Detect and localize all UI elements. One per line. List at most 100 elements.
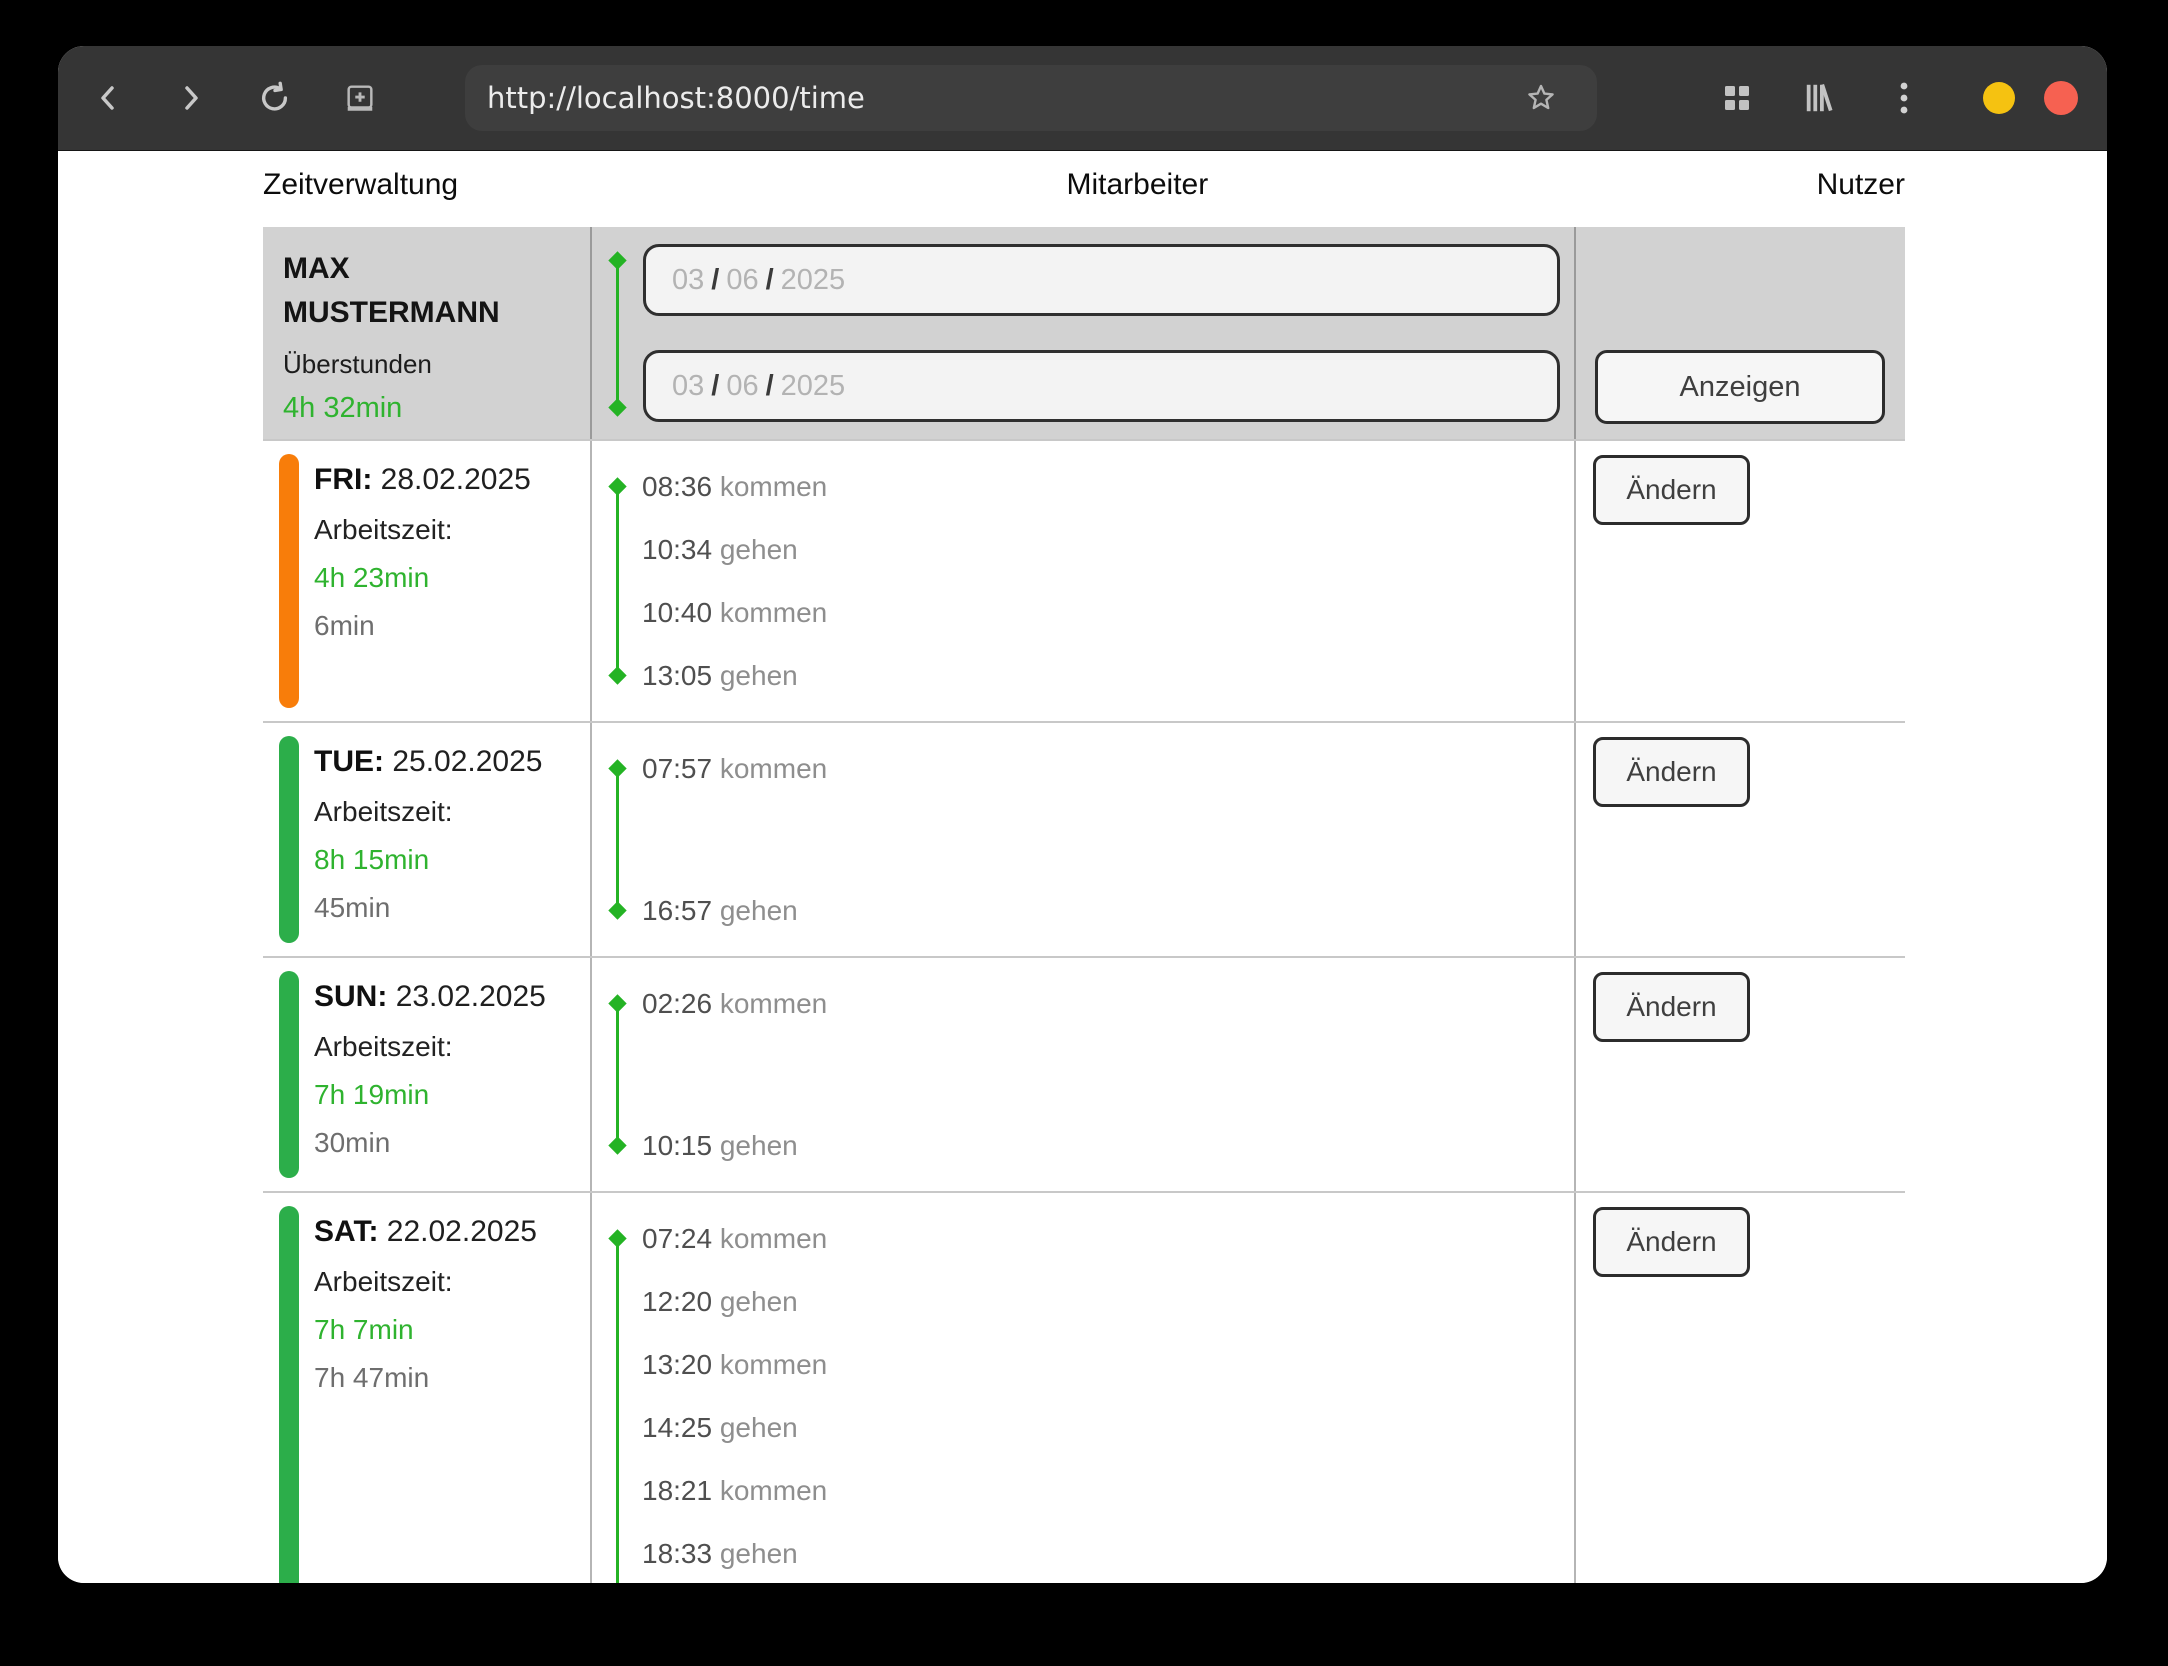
time-entry-list: 07:24 kommen 12:20 gehen 13:20 kommen 14…	[642, 1207, 1574, 1583]
kebab-menu-icon	[1899, 81, 1909, 115]
forward-button[interactable]	[168, 75, 214, 121]
time-entry: 13:05 gehen	[642, 644, 1574, 707]
date-range-line	[616, 260, 619, 408]
grid-icon	[1722, 83, 1752, 113]
time-entries-cell: 07:24 kommen 12:20 gehen 13:20 kommen 14…	[590, 1193, 1576, 1583]
change-button[interactable]: Ändern	[1593, 972, 1750, 1042]
time-value: 14:25	[642, 1412, 712, 1443]
time-entry: 16:57 gehen	[642, 879, 1574, 942]
time-entry: 07:24 kommen	[642, 1207, 1574, 1270]
main-navigation: Zeitverwaltung Mitarbeiter Nutzer	[263, 161, 1905, 209]
time-entry: 10:34 gehen	[642, 518, 1574, 581]
time-value: 18:33	[642, 1538, 712, 1569]
time-entry-list: 07:57 kommen 16:57 gehen	[642, 737, 1574, 942]
time-table: MAX MUSTERMANN Überstunden 4h 32min 03/0…	[263, 227, 1905, 1583]
time-entry: 02:26 kommen	[642, 972, 1574, 1035]
time-entry: 08:36 kommen	[642, 455, 1574, 518]
day-status-bar	[279, 971, 299, 1178]
time-value: 10:34	[642, 534, 712, 565]
time-value: 07:24	[642, 1223, 712, 1254]
bookmark-star-icon[interactable]	[1525, 82, 1557, 114]
url-bar[interactable]: http://localhost:8000/time	[465, 65, 1597, 131]
worktime-value: 7h 19min	[314, 1079, 590, 1111]
date-separator: /	[766, 370, 774, 403]
library-button[interactable]	[1797, 75, 1843, 121]
show-button[interactable]: Anzeigen	[1595, 350, 1885, 424]
nav-item-nutzer[interactable]: Nutzer	[1817, 168, 1905, 202]
time-range-line	[616, 1003, 619, 1146]
worktime-label: Arbeitszeit:	[314, 1031, 590, 1063]
time-entry: 13:20 kommen	[642, 1333, 1574, 1396]
url-text: http://localhost:8000/time	[487, 81, 1525, 115]
day-summary-cell: TUE: 25.02.2025 Arbeitszeit: 8h 15min 45…	[263, 723, 590, 956]
day-title: SAT: 22.02.2025	[314, 1215, 590, 1249]
employee-info-cell: MAX MUSTERMANN Überstunden 4h 32min	[263, 227, 590, 439]
employee-header-row: MAX MUSTERMANN Überstunden 4h 32min 03/0…	[263, 227, 1905, 439]
time-action: gehen	[720, 534, 798, 565]
date-to-input[interactable]: 03/06/2025	[643, 350, 1560, 422]
back-button[interactable]	[85, 75, 131, 121]
day-row: SUN: 23.02.2025 Arbeitszeit: 7h 19min 30…	[263, 956, 1905, 1191]
pause-value: 30min	[314, 1127, 590, 1159]
worktime-label: Arbeitszeit:	[314, 1266, 590, 1298]
nav-item-mitarbeiter[interactable]: Mitarbeiter	[1067, 168, 1209, 202]
library-icon	[1803, 82, 1837, 114]
chevron-left-icon	[103, 88, 112, 108]
tab-overview-button[interactable]	[1714, 75, 1760, 121]
day-row: FRI: 28.02.2025 Arbeitszeit: 4h 23min 6m…	[263, 439, 1905, 721]
time-value: 07:57	[642, 753, 712, 784]
time-action: kommen	[720, 471, 827, 502]
rows-container: FRI: 28.02.2025 Arbeitszeit: 4h 23min 6m…	[263, 439, 1905, 1583]
time-entries-cell: 08:36 kommen 10:34 gehen 10:40 kommen 13…	[590, 441, 1576, 721]
worktime-value: 4h 23min	[314, 562, 590, 594]
change-button[interactable]: Ändern	[1593, 455, 1750, 525]
time-action: gehen	[720, 1130, 798, 1161]
pause-value: 45min	[314, 892, 590, 924]
time-entry: 10:15 gehen	[642, 1114, 1574, 1177]
nav-item-zeitverwaltung[interactable]: Zeitverwaltung	[263, 168, 458, 202]
time-action: kommen	[720, 1349, 827, 1380]
minimize-window-button[interactable]	[1983, 82, 2015, 114]
time-action: gehen	[720, 1412, 798, 1443]
time-value: 12:20	[642, 1286, 712, 1317]
date-from-year: 2025	[781, 264, 846, 297]
time-range-line	[616, 768, 619, 911]
worktime-label: Arbeitszeit:	[314, 514, 590, 546]
change-button[interactable]: Ändern	[1593, 737, 1750, 807]
time-entry-list: 02:26 kommen 10:15 gehen	[642, 972, 1574, 1177]
day-title: FRI: 28.02.2025	[314, 463, 590, 497]
time-value: 10:15	[642, 1130, 712, 1161]
time-range-line	[616, 486, 619, 676]
change-action-cell: Ändern	[1576, 1193, 1905, 1583]
worktime-value: 8h 15min	[314, 844, 590, 876]
chevron-right-icon	[187, 88, 196, 108]
time-range-line	[616, 1238, 619, 1583]
date-from-input[interactable]: 03/06/2025	[643, 244, 1560, 316]
time-value: 16:57	[642, 895, 712, 926]
time-action: gehen	[720, 1286, 798, 1317]
close-window-button[interactable]	[2044, 81, 2078, 115]
change-action-cell: Ändern	[1576, 441, 1905, 721]
date-from-month: 03	[672, 264, 704, 297]
browser-toolbar: http://localhost:8000/time	[58, 46, 2107, 151]
time-entry: 18:33 gehen	[642, 1522, 1574, 1583]
change-action-cell: Ändern	[1576, 958, 1905, 1191]
time-action: gehen	[720, 660, 798, 691]
time-value: 10:40	[642, 597, 712, 628]
change-button[interactable]: Ändern	[1593, 1207, 1750, 1277]
time-value: 02:26	[642, 988, 712, 1019]
day-row: TUE: 25.02.2025 Arbeitszeit: 8h 15min 45…	[263, 721, 1905, 956]
time-action: kommen	[720, 1475, 827, 1506]
new-tab-button[interactable]	[337, 75, 383, 121]
day-title: SUN: 23.02.2025	[314, 980, 590, 1014]
desktop-background: { "browser": { "url": "http://localhost:…	[0, 0, 2168, 1666]
time-entry-list: 08:36 kommen 10:34 gehen 10:40 kommen 13…	[642, 455, 1574, 707]
overtime-value: 4h 32min	[283, 392, 590, 425]
menu-button[interactable]	[1881, 75, 1927, 121]
reload-icon	[258, 80, 292, 116]
time-value: 08:36	[642, 471, 712, 502]
time-action: gehen	[720, 895, 798, 926]
day-summary-cell: SUN: 23.02.2025 Arbeitszeit: 7h 19min 30…	[263, 958, 590, 1191]
reload-button[interactable]	[252, 75, 298, 121]
day-status-bar	[279, 736, 299, 943]
